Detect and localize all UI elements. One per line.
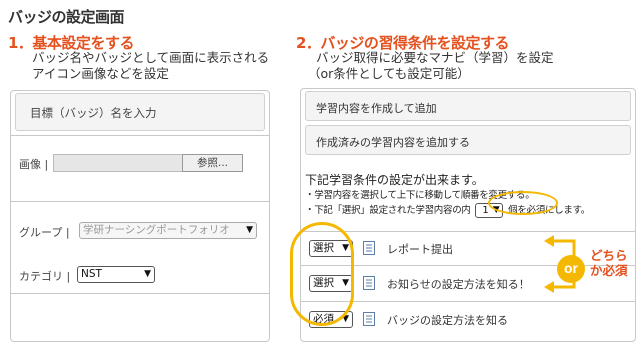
section1-desc-line1: バッジ名やバッジとして画面に表示される [32, 50, 270, 65]
item-label: お知らせの設定方法を知る！ [387, 278, 530, 291]
highlight-oval [488, 191, 558, 215]
image-file-picker: 参照... [53, 154, 244, 172]
image-row: 画像 | 参照... [11, 135, 269, 195]
document-icon [363, 241, 375, 255]
section2-desc-line1: バッジ取得に必要なマナビ（学習）を設定 [316, 50, 554, 65]
group-select[interactable]: 学研ナーシングポートフォリオ ▼ [79, 222, 257, 239]
category-label: カテゴリ | [19, 270, 71, 283]
note-line-1: どちら [590, 248, 628, 263]
condition-info: 下記学習条件の設定が出来ます。 ・学習内容を選択して上下に移動して順番を変更する… [301, 161, 635, 231]
condition-note-2-prefix: ・下記「選択」設定された学習内容の内 [305, 205, 471, 216]
document-icon [363, 312, 375, 326]
page-title: バッジの設定画面 [8, 8, 125, 26]
add-new-content-label: 学習内容を作成して追加 [316, 102, 437, 115]
document-icon [363, 276, 375, 290]
panel-footer-row [11, 293, 269, 341]
section2-desc-line2: （or条件としても設定可能） [308, 66, 470, 81]
add-new-content-button[interactable]: 学習内容を作成して追加 [305, 91, 631, 121]
badge-name-input[interactable]: 目標（バッジ）名を入力 [15, 93, 265, 131]
item-label: レポート提出 [387, 243, 453, 256]
note-line-2: か必須 [590, 263, 628, 278]
condition-heading: 下記学習条件の設定が出来ます。 [305, 173, 484, 187]
item-label: バッジの設定方法を知る [387, 314, 508, 327]
browse-button[interactable]: 参照... [182, 154, 244, 172]
basic-settings-panel: 目標（バッジ）名を入力 画像 | 参照... グループ | 学研ナーシングポート… [10, 90, 270, 342]
section1-desc-line2: アイコン画像などを設定 [32, 66, 169, 81]
required-count-value: 1 [482, 205, 489, 216]
group-select-value: 学研ナーシングポートフォリオ [83, 224, 230, 236]
add-existing-content-label: 作成済みの学習内容を追加する [316, 136, 470, 149]
image-label: 画像 | [19, 158, 49, 171]
category-select[interactable]: NST ▼ [77, 266, 155, 283]
group-category-row: グループ | 学研ナーシングポートフォリオ ▼ カテゴリ | NST ▼ [11, 201, 269, 293]
badge-name-placeholder: 目標（バッジ）名を入力 [30, 106, 157, 120]
image-file-field[interactable] [53, 154, 183, 172]
category-select-value: NST [81, 268, 102, 280]
chevron-down-icon: ▼ [246, 225, 253, 235]
or-badge: or [557, 255, 585, 283]
chevron-down-icon: ▼ [144, 269, 151, 279]
either-required-note: どちら か必須 [590, 248, 628, 278]
highlight-circle [290, 222, 354, 326]
add-existing-content-button[interactable]: 作成済みの学習内容を追加する [305, 125, 631, 155]
group-label: グループ | [19, 226, 70, 239]
